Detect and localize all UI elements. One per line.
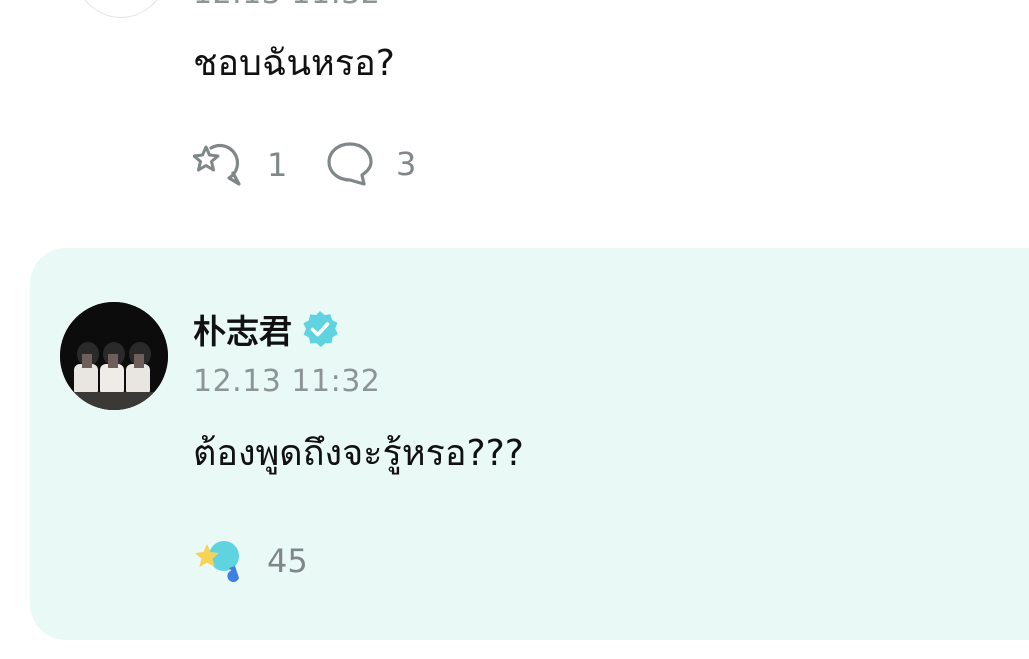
previous-comment-timestamp: 12.13 11:32 <box>193 0 380 11</box>
previous-comment-like-count: 1 <box>267 146 288 184</box>
previous-comment-body: ชอบฉันหรอ? <box>193 43 395 84</box>
reply-author-name[interactable]: 朴志君 <box>193 305 292 353</box>
reply-card <box>30 248 1029 640</box>
previous-comment-reply-button[interactable]: 3 <box>326 140 416 188</box>
previous-comment-avatar[interactable] <box>70 0 172 18</box>
reply-author-row: 朴志君 <box>193 306 340 352</box>
avatar-photo <box>60 302 168 410</box>
reply-author-avatar[interactable] <box>60 302 168 410</box>
reply-body: ต้องพูดถึงจะรู้หรอ??? <box>193 433 524 474</box>
star-bubble-filled-icon <box>195 541 239 582</box>
verified-badge-icon <box>303 311 338 347</box>
star-bubble-outline-icon <box>193 143 241 186</box>
reply-like-button[interactable]: 45 <box>193 536 308 586</box>
previous-comment-like-button[interactable]: 1 <box>193 140 287 190</box>
reply-timestamp: 12.13 11:32 <box>193 364 381 399</box>
reply-like-count: 45 <box>267 542 308 580</box>
previous-comment-reply-count: 3 <box>396 145 417 183</box>
speech-bubble-outline-icon <box>327 142 373 186</box>
